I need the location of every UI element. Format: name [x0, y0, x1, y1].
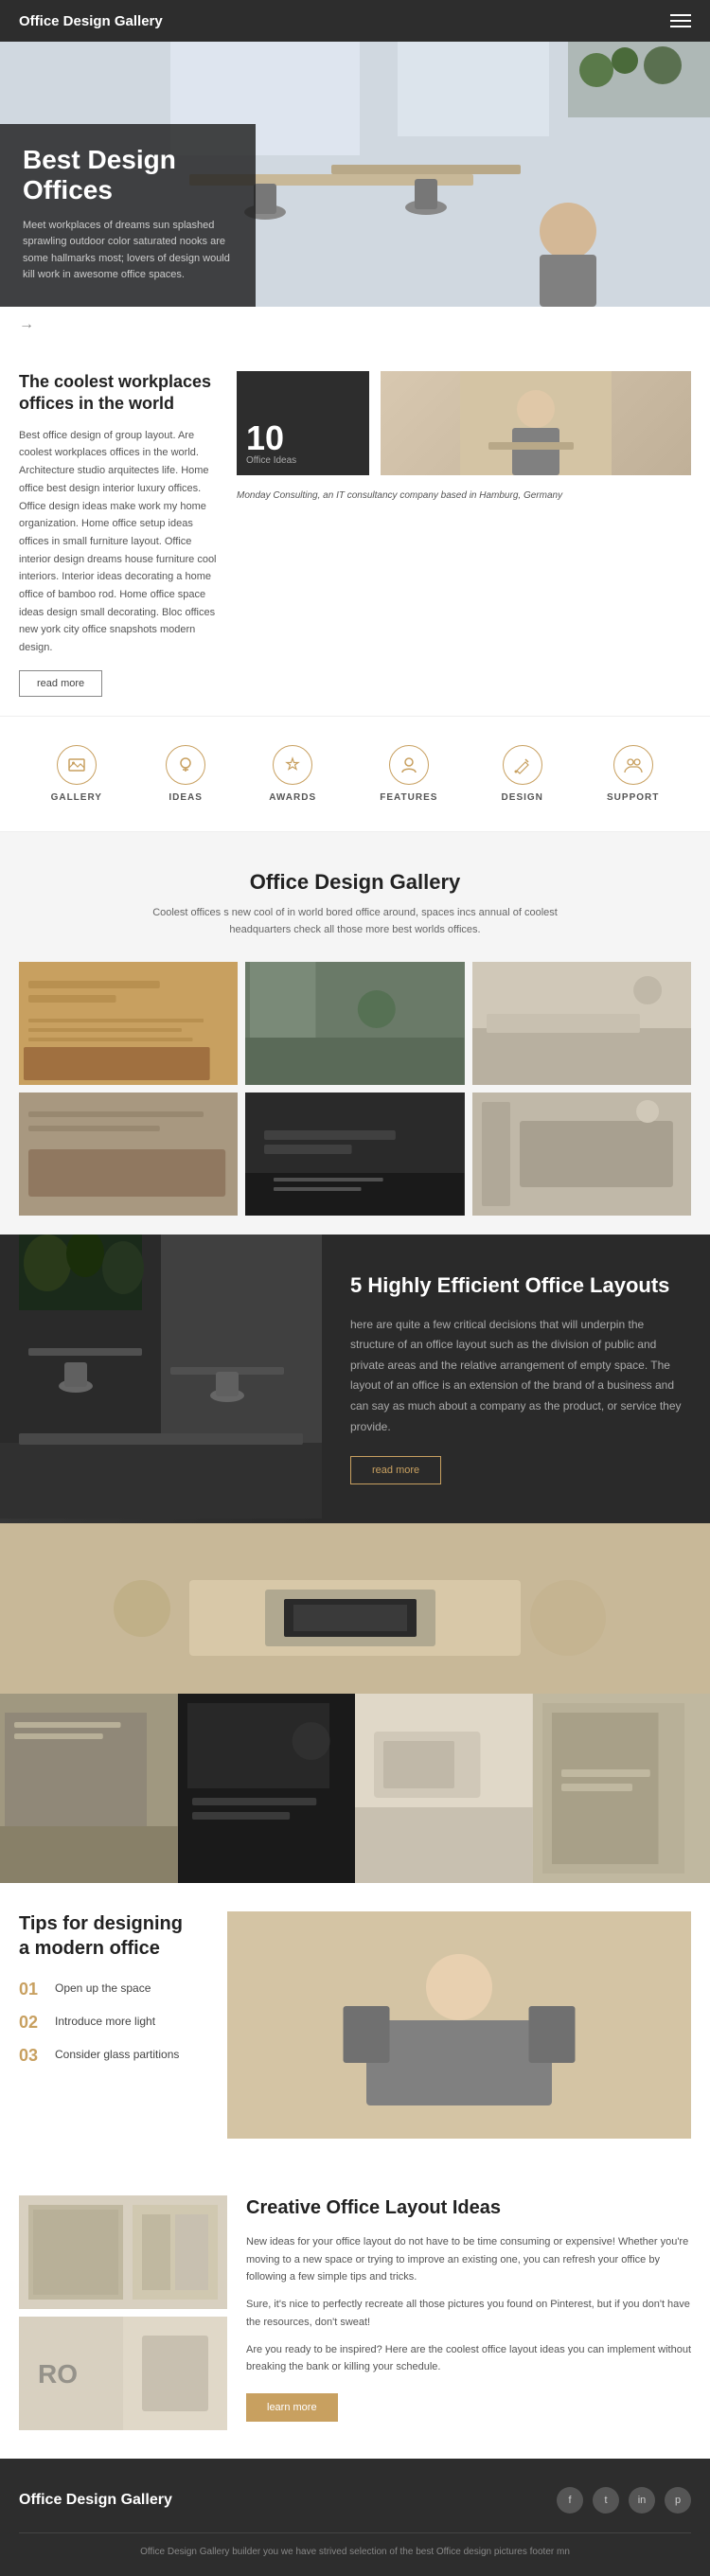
hero-subtitle: Meet workplaces of dreams sun splashed s… [23, 218, 233, 284]
consulting-label: Office Ideas [246, 455, 360, 466]
icon-support[interactable]: SUPPORT [607, 745, 659, 803]
creative-title: Creative Office Layout Ideas [246, 2195, 691, 2220]
read-more-button[interactable]: read more [19, 670, 102, 697]
gallery-subtitle: Coolest offices s new cool of in world b… [128, 904, 582, 939]
hero-text-overlay: Best Design Offices Meet workplaces of d… [0, 124, 256, 307]
person-image [381, 371, 691, 475]
tip-1-text: Open up the space [55, 1980, 151, 1998]
hero-heading: Best Design Offices [23, 145, 233, 205]
footer-divider [19, 2532, 691, 2533]
efficient-read-more[interactable]: read more [350, 1456, 441, 1484]
coolest-section: The coolest workplaces offices in the wo… [0, 343, 710, 716]
learn-more-button[interactable]: learn more [246, 2393, 338, 2422]
icon-awards[interactable]: AWARDS [269, 745, 316, 803]
arrow-bar: → [0, 307, 710, 343]
design-label: DESIGN [502, 792, 543, 803]
creative-para2: Sure, it's nice to perfectly recreate al… [246, 2296, 691, 2331]
design-icon [503, 745, 542, 785]
creative-left: RO [19, 2195, 227, 2430]
office-bottom-image [0, 1523, 710, 1694]
footer-copy: Office Design Gallery builder you we hav… [140, 2547, 570, 2557]
coolest-left: The coolest workplaces offices in the wo… [19, 371, 218, 697]
gallery-title: Office Design Gallery [19, 870, 691, 895]
creative-right: Creative Office Layout Ideas New ideas f… [246, 2195, 691, 2430]
gallery-icon [57, 745, 97, 785]
photo-row-3 [355, 1694, 533, 1883]
support-label: SUPPORT [607, 792, 659, 803]
svg-text:RO: RO [38, 2359, 78, 2389]
consulting-number: 10 [246, 421, 360, 455]
facebook-icon[interactable]: f [557, 2487, 583, 2514]
person-svg [460, 371, 612, 475]
photo-row-4 [533, 1694, 710, 1883]
icon-gallery[interactable]: GALLERY [51, 745, 102, 803]
tip-3-text: Consider glass partitions [55, 2046, 179, 2064]
coolest-heading: The coolest workplaces offices in the wo… [19, 371, 218, 416]
icon-features[interactable]: FEATURES [380, 745, 437, 803]
gallery-item-1[interactable] [19, 962, 238, 1085]
tip-2-text: Introduce more light [55, 2013, 155, 2031]
awards-icon [273, 745, 312, 785]
efficient-image [0, 1235, 322, 1523]
features-icon [389, 745, 429, 785]
efficient-section: 5 Highly Efficient Office Layouts here a… [0, 1235, 710, 1523]
icon-ideas[interactable]: IDEAS [166, 745, 205, 803]
coolest-right: 10 Office Ideas Monday Consulting, an IT… [237, 371, 691, 503]
footer-bottom: Office Design Gallery builder you we hav… [19, 2547, 691, 2557]
arrow-icon: → [19, 316, 34, 332]
awards-label: AWARDS [269, 792, 316, 803]
twitter-icon[interactable]: t [593, 2487, 619, 2514]
footer: Office Design Gallery f t in p Office De… [0, 2459, 710, 2576]
creative-section: RO Creative Office Layout Ideas New idea… [0, 2167, 710, 2459]
header-title: Office Design Gallery [19, 13, 163, 29]
gallery-item-6[interactable] [472, 1093, 691, 1216]
creative-para1: New ideas for your office layout do not … [246, 2233, 691, 2286]
gallery-section: Office Design Gallery Coolest offices s … [0, 832, 710, 1235]
consulting-caption: Monday Consulting, an IT consultancy com… [237, 489, 691, 503]
hamburger-menu[interactable] [670, 14, 691, 27]
creative-img-bottom: RO [19, 2317, 227, 2430]
tip-1-number: 01 [19, 1980, 45, 1999]
pinterest-icon[interactable]: p [665, 2487, 691, 2514]
footer-social-icons: f t in p [557, 2487, 691, 2514]
footer-top: Office Design Gallery f t in p [19, 2487, 691, 2514]
consulting-box: 10 Office Ideas [237, 371, 369, 475]
efficient-right: 5 Highly Efficient Office Layouts here a… [322, 1235, 710, 1523]
efficient-body: here are quite a few critical decisions … [350, 1315, 682, 1438]
tip-1: 01 Open up the space [19, 1980, 208, 1999]
ideas-icon [166, 745, 205, 785]
photo-row [0, 1694, 710, 1883]
hero-section: Best Design Offices Meet workplaces of d… [0, 42, 710, 307]
gallery-label: GALLERY [51, 792, 102, 803]
features-label: FEATURES [380, 792, 437, 803]
creative-img-top [19, 2195, 227, 2309]
tip-3-number: 03 [19, 2046, 45, 2066]
ideas-label: IDEAS [169, 792, 203, 803]
header: Office Design Gallery [0, 0, 710, 42]
tips-left: Tips for designing a modern office 01 Op… [19, 1911, 208, 2139]
gallery-item-5[interactable] [245, 1093, 464, 1216]
footer-title: Office Design Gallery [19, 2492, 172, 2509]
gallery-item-3[interactable] [472, 962, 691, 1085]
photo-row-1 [0, 1694, 178, 1883]
photo-row-2 [178, 1694, 356, 1883]
coolest-body: Best office design of group layout. Are … [19, 427, 218, 657]
tips-right-image [227, 1911, 691, 2139]
gallery-grid [19, 962, 691, 1216]
tip-3: 03 Consider glass partitions [19, 2046, 208, 2066]
tips-heading: Tips for designing a modern office [19, 1911, 208, 1961]
instagram-icon[interactable]: in [629, 2487, 655, 2514]
efficient-title: 5 Highly Efficient Office Layouts [350, 1272, 682, 1300]
gallery-item-4[interactable] [19, 1093, 238, 1216]
tip-2: 02 Introduce more light [19, 2013, 208, 2033]
creative-para3: Are you ready to be inspired? Here are t… [246, 2341, 691, 2376]
support-icon [613, 745, 653, 785]
gallery-item-2[interactable] [245, 962, 464, 1085]
tips-section: Tips for designing a modern office 01 Op… [0, 1883, 710, 2167]
tip-2-number: 02 [19, 2013, 45, 2033]
icons-row: GALLERY IDEAS AWARDS FEATURES [0, 716, 710, 832]
icon-design[interactable]: DESIGN [502, 745, 543, 803]
